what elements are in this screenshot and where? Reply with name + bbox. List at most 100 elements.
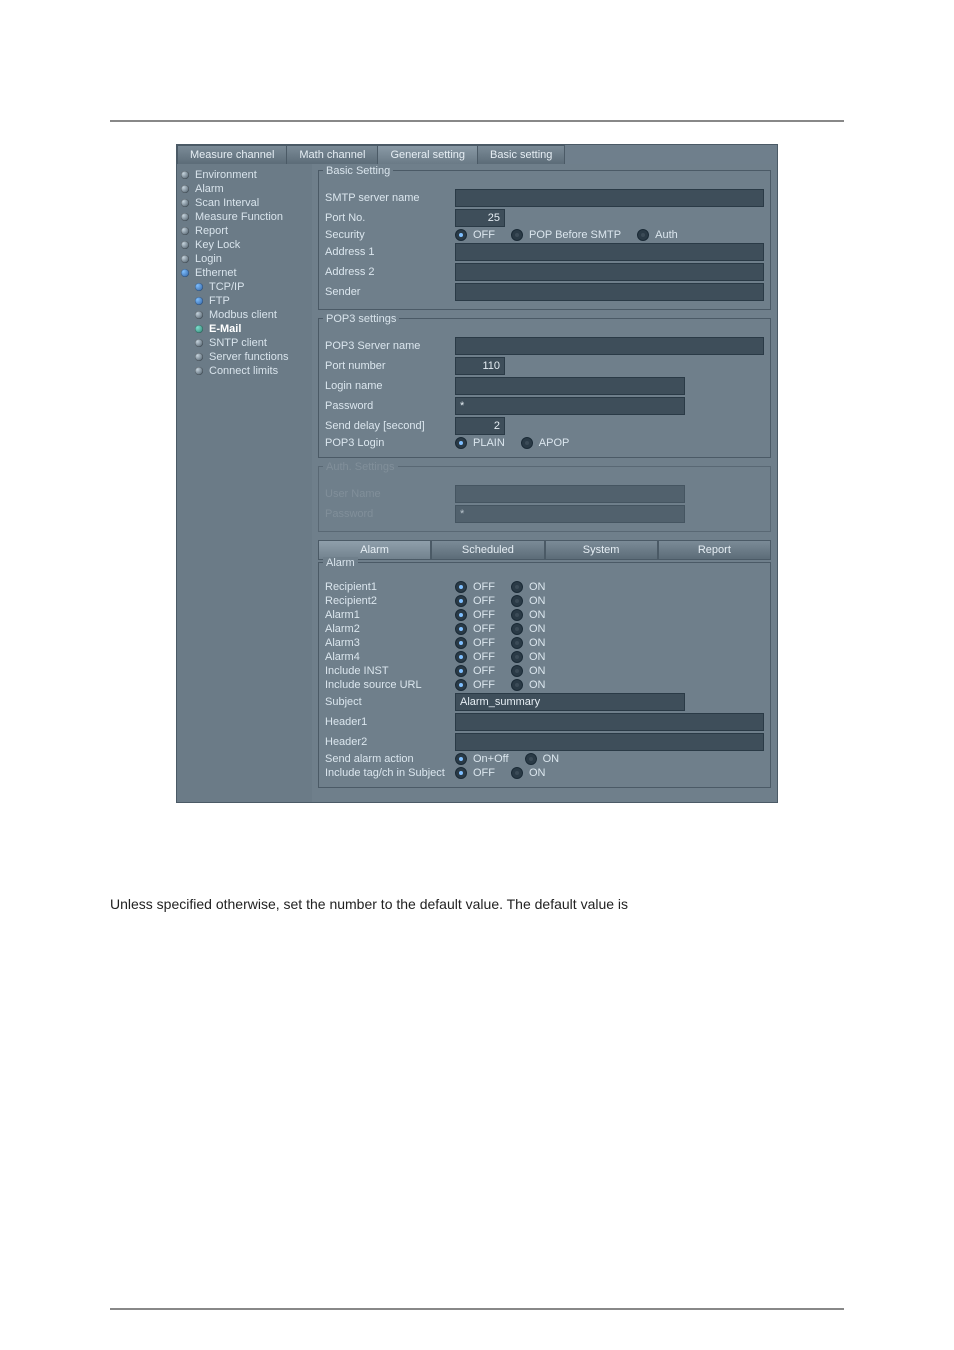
pop3-server-label: POP3 Server name [325,340,455,352]
pop3-login-name-input[interactable] [455,377,685,395]
sidebar-item-scan-interval[interactable]: Scan Interval [177,196,312,210]
legend-alarm: Alarm [323,557,358,569]
pop3-delay-input[interactable]: 2 [455,417,505,435]
tab-measure-channel[interactable]: Measure channel [177,145,287,164]
header2-input[interactable] [455,733,764,751]
radio-alarm3-on[interactable] [511,637,523,649]
radio-alarm2-off[interactable] [455,623,467,635]
radio-url-off[interactable] [455,679,467,691]
sidebar-item-server-functions[interactable]: Server functions [177,350,312,364]
security-label: Security [325,229,455,241]
radio-alarm3-off[interactable] [455,637,467,649]
radio-alarm1-off[interactable] [455,609,467,621]
auth-password-input: * [455,505,685,523]
sub-tab-report[interactable]: Report [658,540,771,559]
sidebar-label: E-Mail [209,323,241,335]
radio-pop3-apop[interactable] [521,437,533,449]
sidebar-item-modbus-client[interactable]: Modbus client [177,308,312,322]
sidebar-item-connect-limits[interactable]: Connect limits [177,364,312,378]
bullet-icon [195,283,203,291]
radio-security-pop[interactable] [511,229,523,241]
sender-input[interactable] [455,283,764,301]
radio-alarm2-on[interactable] [511,623,523,635]
sidebar-item-measure-function[interactable]: Measure Function [177,210,312,224]
bullet-icon [181,185,189,193]
sidebar-item-tcpip[interactable]: TCP/IP [177,280,312,294]
sidebar-item-key-lock[interactable]: Key Lock [177,238,312,252]
radio-label: ON [529,665,546,677]
radio-tag-off[interactable] [455,767,467,779]
settings-window: Measure channel Math channel General set… [176,144,778,803]
radio-url-on[interactable] [511,679,523,691]
include-url-radio: OFF ON [455,679,556,691]
sidebar-item-ethernet[interactable]: Ethernet [177,266,312,280]
tab-basic-setting[interactable]: Basic setting [477,145,565,164]
header1-label: Header1 [325,716,455,728]
pop3-port-input[interactable]: 110 [455,357,505,375]
radio-pop3-plain[interactable] [455,437,467,449]
radio-alarm4-on[interactable] [511,651,523,663]
radio-label: OFF [473,609,495,621]
tab-general-setting[interactable]: General setting [377,145,478,164]
sidebar-label: Login [195,253,222,265]
radio-alarm4-off[interactable] [455,651,467,663]
radio-security-off[interactable] [455,229,467,241]
radio-label: OFF [473,679,495,691]
sidebar-item-sntp-client[interactable]: SNTP client [177,336,312,350]
sidebar-item-report[interactable]: Report [177,224,312,238]
radio-alarm1-on[interactable] [511,609,523,621]
port-no-input[interactable]: 25 [455,209,505,227]
radio-security-auth[interactable] [637,229,649,241]
radio-inst-on[interactable] [511,665,523,677]
radio-label: POP Before SMTP [529,229,621,241]
legend-basic-setting: Basic Setting [323,165,393,177]
address2-input[interactable] [455,263,764,281]
recipient1-radio: OFF ON [455,581,556,593]
sidebar-item-environment[interactable]: Environment [177,168,312,182]
include-inst-label: Include INST [325,665,455,677]
radio-recipient1-off[interactable] [455,581,467,593]
radio-sendaction-on[interactable] [525,753,537,765]
sub-tab-scheduled[interactable]: Scheduled [431,540,544,559]
sidebar-item-email[interactable]: E-Mail [177,322,312,336]
sidebar-item-ftp[interactable]: FTP [177,294,312,308]
radio-sendaction-onoff[interactable] [455,753,467,765]
security-radio-group: OFF POP Before SMTP Auth [455,229,688,241]
sidebar-item-alarm[interactable]: Alarm [177,182,312,196]
pop3-server-input[interactable] [455,337,764,355]
radio-recipient2-on[interactable] [511,595,523,607]
auth-password-label: Password [325,508,455,520]
radio-label: OFF [473,623,495,635]
bullet-icon [195,353,203,361]
header2-label: Header2 [325,736,455,748]
fieldset-auth: Auth. Settings User Name Password * [318,466,771,532]
radio-recipient1-on[interactable] [511,581,523,593]
radio-label: ON [529,581,546,593]
page-top-rule [110,120,844,122]
radio-label: OFF [473,581,495,593]
tab-math-channel[interactable]: Math channel [286,145,378,164]
legend-auth: Auth. Settings [323,461,398,473]
bullet-icon [181,227,189,235]
sub-tabs: Alarm Scheduled System Report [318,540,771,560]
alarm2-radio: OFF ON [455,623,556,635]
bullet-icon [181,199,189,207]
radio-label: OFF [473,767,495,779]
radio-label: ON [529,595,546,607]
bullet-icon [181,171,189,179]
radio-label: ON [529,651,546,663]
subject-input[interactable]: Alarm_summary [455,693,685,711]
recipient2-label: Recipient2 [325,595,455,607]
radio-label: APOP [539,437,570,449]
header1-input[interactable] [455,713,764,731]
radio-inst-off[interactable] [455,665,467,677]
sidebar-label: SNTP client [209,337,267,349]
radio-tag-on[interactable] [511,767,523,779]
sub-tab-system[interactable]: System [545,540,658,559]
smtp-server-input[interactable] [455,189,764,207]
radio-recipient2-off[interactable] [455,595,467,607]
pop3-password-input[interactable]: * [455,397,685,415]
sidebar-item-login[interactable]: Login [177,252,312,266]
sidebar: Environment Alarm Scan Interval Measure … [177,164,312,802]
address1-input[interactable] [455,243,764,261]
